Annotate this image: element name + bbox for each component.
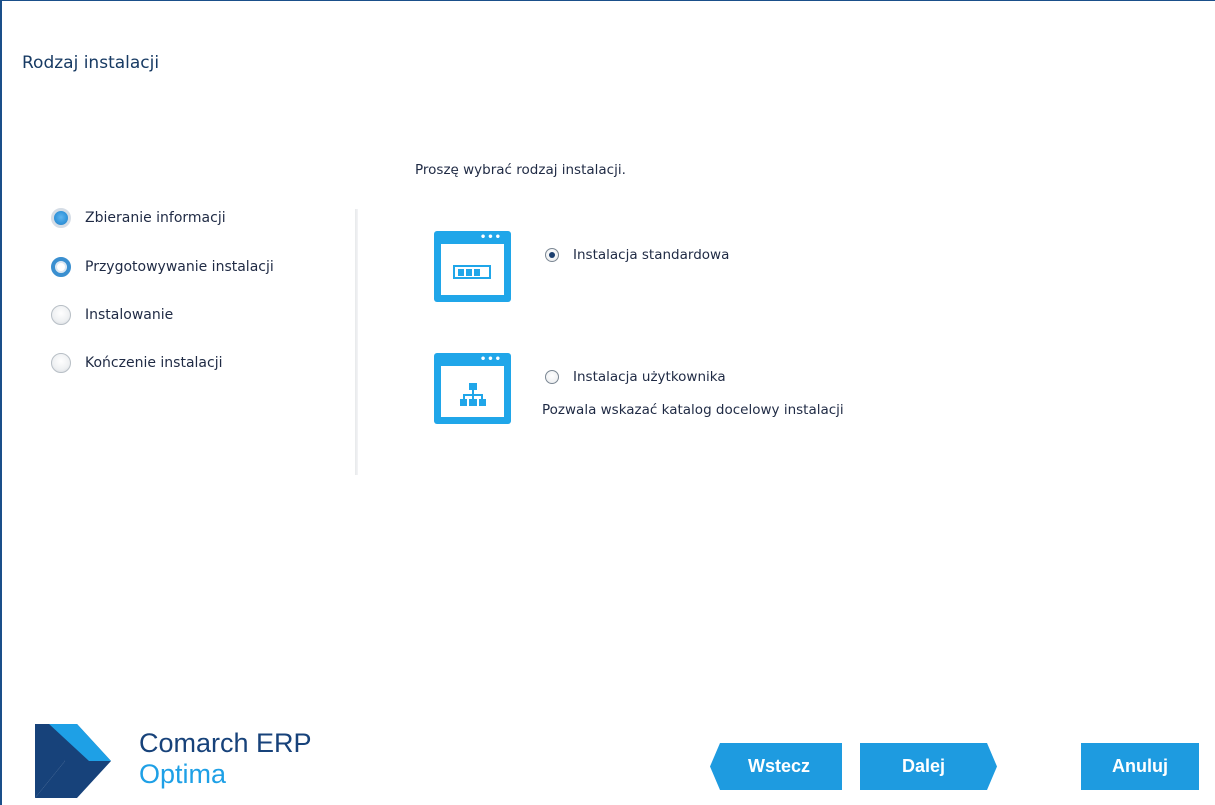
option-custom-install[interactable]: Instalacja użytkownika xyxy=(545,369,726,385)
step-preparing-installation: Przygotowywanie instalacji xyxy=(51,255,274,279)
step-label: Kończenie instalacji xyxy=(85,355,223,371)
step-collecting-info: Zbieranie informacji xyxy=(51,206,226,230)
option-description: Pozwala wskazać katalog docelowy instala… xyxy=(542,402,844,418)
progress-window-icon: ••• xyxy=(434,231,511,302)
option-standard-install[interactable]: Instalacja standardowa xyxy=(545,247,729,263)
comarch-logo-icon xyxy=(35,724,111,798)
step-current-icon xyxy=(51,257,71,277)
brand-logo-text: Comarch ERP Optima xyxy=(139,728,312,790)
step-finishing-installation: Kończenie instalacji xyxy=(51,351,222,375)
next-button[interactable]: Dalej xyxy=(860,743,997,790)
installer-window: Rodzaj instalacji Proszę wybrać rodzaj i… xyxy=(0,0,1215,805)
step-label: Zbieranie informacji xyxy=(85,210,226,226)
back-button[interactable]: Wstecz xyxy=(710,743,842,790)
product-name: Optima xyxy=(139,759,227,789)
step-pending-icon xyxy=(51,305,71,325)
hierarchy-window-icon: ••• xyxy=(434,353,511,424)
step-label: Przygotowywanie instalacji xyxy=(85,259,274,275)
step-pending-icon xyxy=(51,353,71,373)
option-label[interactable]: Instalacja standardowa xyxy=(573,247,729,263)
radio-custom-install[interactable] xyxy=(545,370,559,384)
step-label: Instalowanie xyxy=(85,307,174,323)
step-done-icon xyxy=(51,208,71,228)
radio-standard-install[interactable] xyxy=(545,248,559,262)
brand-name: Comarch ERP xyxy=(139,728,312,758)
vertical-divider xyxy=(355,209,358,475)
instruction-text: Proszę wybrać rodzaj instalacji. xyxy=(415,162,626,178)
step-installing: Instalowanie xyxy=(51,303,173,327)
option-label[interactable]: Instalacja użytkownika xyxy=(573,369,726,385)
cancel-button[interactable]: Anuluj xyxy=(1081,743,1199,790)
page-title: Rodzaj instalacji xyxy=(22,53,160,73)
sitemap-icon xyxy=(460,383,486,406)
